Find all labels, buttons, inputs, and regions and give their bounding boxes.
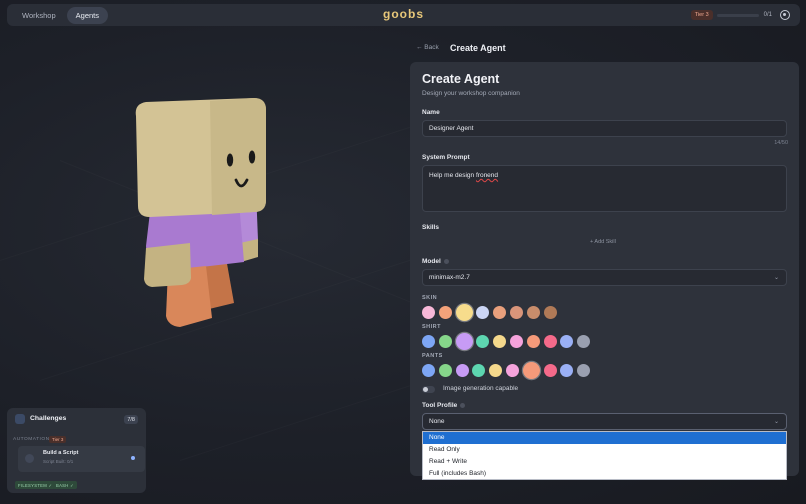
skin-swatches xyxy=(422,304,560,321)
name-input[interactable]: Designer Agent xyxy=(422,120,787,137)
name-counter: 14/50 xyxy=(774,140,788,146)
skin-swatch[interactable] xyxy=(543,306,557,319)
dropdown-option[interactable]: Read Only xyxy=(423,444,786,456)
skin-swatch[interactable] xyxy=(438,306,452,319)
skin-swatch[interactable] xyxy=(509,306,523,319)
pants-swatch[interactable] xyxy=(472,364,486,377)
progress-area: Tier 3 0/1 xyxy=(690,4,790,26)
model-value: minimax-m2.7 xyxy=(429,274,470,281)
pants-swatch[interactable] xyxy=(422,364,435,377)
shirt-swatch[interactable] xyxy=(577,335,591,348)
dropdown-option[interactable]: Read + Write xyxy=(423,456,786,468)
character-head-shade xyxy=(210,98,266,215)
pants-swatch[interactable] xyxy=(522,362,540,379)
shirt-swatch[interactable] xyxy=(560,335,574,348)
challenge-icon xyxy=(25,454,34,463)
tool-profile-select[interactable]: None ⌄ xyxy=(422,413,787,430)
system-prompt-label: System Prompt xyxy=(422,154,470,161)
system-prompt-value: Help me design fronend xyxy=(429,172,499,179)
skills-label: Skills xyxy=(422,224,439,231)
shirt-swatch[interactable] xyxy=(543,335,557,348)
chevron-down-icon: ⌄ xyxy=(773,275,779,281)
challenge-section-label: AUTOMATION xyxy=(13,437,50,442)
shirt-swatch[interactable] xyxy=(438,335,452,348)
pants-swatch[interactable] xyxy=(577,364,591,377)
page-title: Create Agent xyxy=(450,43,506,53)
skill-chip-bash: BASH ✓ xyxy=(53,481,77,489)
skin-swatch[interactable] xyxy=(422,306,435,319)
challenges-count: 7/8 xyxy=(124,415,138,424)
shirt-swatch[interactable] xyxy=(476,335,490,348)
pants-swatch[interactable] xyxy=(560,364,574,377)
progress-bar xyxy=(716,13,759,17)
form-title: Create Agent xyxy=(422,72,500,86)
challenge-tier-badge: Tier 3 xyxy=(49,436,67,443)
add-skill-button[interactable]: + Add Skill xyxy=(590,239,616,245)
character-eye-right xyxy=(248,150,256,164)
shirt-swatches xyxy=(422,333,594,350)
pants-swatch[interactable] xyxy=(455,364,469,377)
skin-swatch[interactable] xyxy=(476,306,490,319)
skin-swatch[interactable] xyxy=(493,306,507,319)
name-value: Designer Agent xyxy=(429,125,474,132)
pants-swatches xyxy=(422,362,594,379)
progress-count: 0/1 xyxy=(763,12,772,18)
shirt-swatch[interactable] xyxy=(509,335,523,348)
info-icon xyxy=(443,258,449,264)
name-label: Name xyxy=(422,109,440,116)
pants-swatch[interactable] xyxy=(489,364,503,377)
status-dot xyxy=(131,456,135,460)
pants-swatch[interactable] xyxy=(543,364,557,377)
pants-swatch[interactable] xyxy=(438,364,452,377)
pants-swatch[interactable] xyxy=(505,364,519,377)
challenges-card: Challenges 7/8 AUTOMATION Tier 3 Build a… xyxy=(7,408,146,493)
shirt-swatch[interactable] xyxy=(455,333,473,350)
skin-swatch[interactable] xyxy=(526,306,540,319)
tier-badge: Tier 3 xyxy=(690,10,713,20)
challenge-title: Build a Script xyxy=(43,450,79,456)
info-icon xyxy=(460,402,466,408)
model-select[interactable]: minimax-m2.7 ⌄ xyxy=(422,269,787,286)
pants-label: PANTS xyxy=(422,353,443,359)
shirt-label: SHIRT xyxy=(422,324,441,330)
system-prompt-input[interactable]: Help me design fronend xyxy=(422,165,787,212)
shirt-swatch[interactable] xyxy=(526,335,540,348)
challenge-progress: Script Built: 0/1 xyxy=(43,459,74,464)
tool-profile-label: Tool Profile xyxy=(422,402,466,409)
character-hand-front xyxy=(144,243,191,287)
model-label: Model xyxy=(422,258,449,265)
skin-label: SKIN xyxy=(422,295,438,301)
create-agent-form: Create Agent Design your workshop compan… xyxy=(410,62,799,476)
gear-icon[interactable] xyxy=(780,10,790,20)
dropdown-option[interactable]: None xyxy=(423,432,786,444)
challenge-item[interactable]: Build a Script Script Built: 0/1 xyxy=(18,446,145,472)
tool-profile-value: None xyxy=(429,418,445,425)
back-link[interactable]: ← Back xyxy=(416,44,439,51)
image-generation-toggle[interactable] xyxy=(422,386,435,393)
skill-chip-filesystem: FILESYSTEM ✓ xyxy=(15,481,56,489)
character-eye-left xyxy=(226,153,234,167)
shirt-swatch[interactable] xyxy=(422,335,435,348)
chevron-down-icon: ⌄ xyxy=(773,419,779,425)
tool-profile-dropdown: None Read Only Read + Write Full (includ… xyxy=(422,431,787,481)
clipboard-icon xyxy=(15,414,25,424)
challenges-title: Challenges xyxy=(30,415,67,422)
image-generation-label: Image generation capable xyxy=(443,385,519,392)
dropdown-option[interactable]: Full (includes Bash) xyxy=(423,467,786,479)
skin-swatch[interactable] xyxy=(455,304,473,321)
shirt-swatch[interactable] xyxy=(493,335,507,348)
form-subtitle: Design your workshop companion xyxy=(422,90,520,97)
